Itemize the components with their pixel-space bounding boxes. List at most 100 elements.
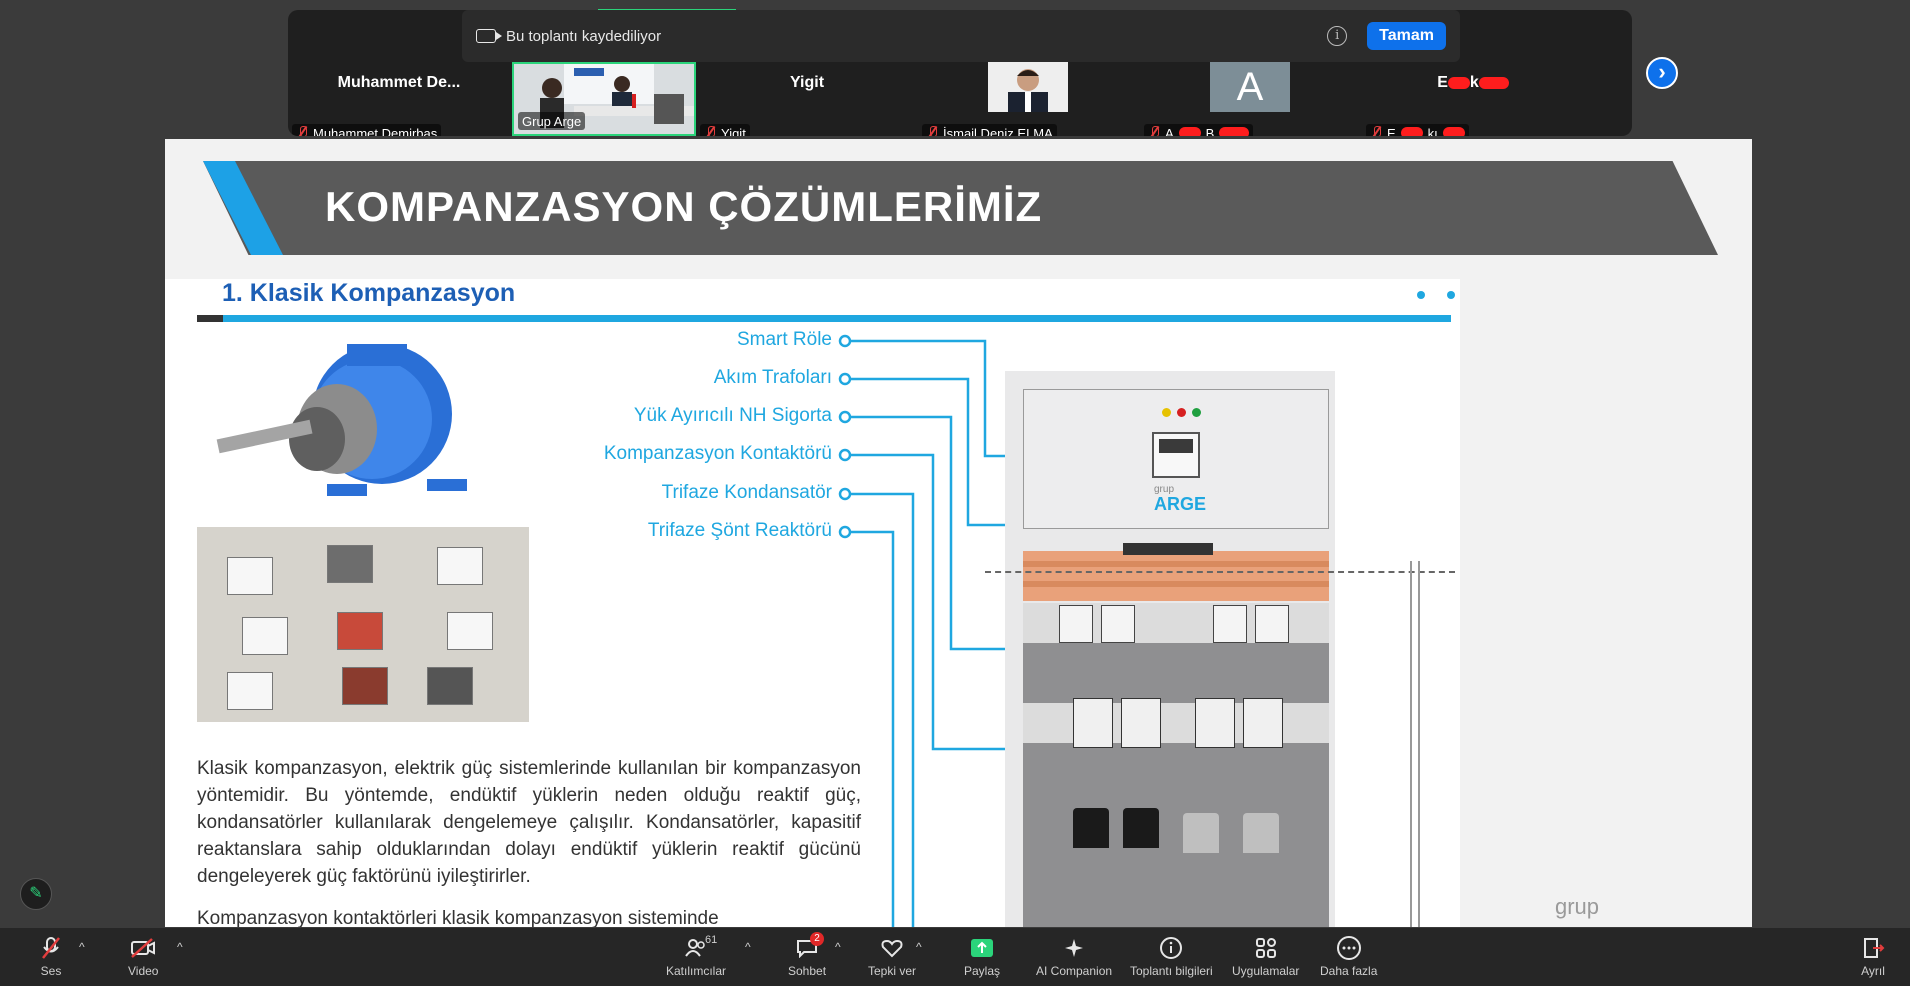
audio-button[interactable]: Ses: [36, 934, 66, 978]
redaction-mark: [1442, 127, 1465, 136]
leave-label: Ayrıl: [1861, 964, 1885, 978]
share-button[interactable]: Paylaş: [964, 934, 1000, 978]
mic-muted-icon: [926, 126, 938, 136]
participant-tile[interactable]: A A B: [1140, 62, 1362, 136]
react-button[interactable]: Tepki ver: [868, 934, 916, 978]
participants-count: 61: [705, 934, 718, 946]
redaction-mark: [1400, 127, 1423, 136]
next-page-arrow-icon[interactable]: ›: [1646, 57, 1678, 89]
react-options-chevron-icon[interactable]: ^: [916, 940, 922, 954]
recording-banner: Bu toplantı kaydediliyor i Tamam: [462, 10, 1460, 62]
participant-footer: İsmail Deniz ELMA: [922, 124, 1057, 136]
chat-label: Sohbet: [788, 964, 827, 978]
participant-name: Muhammet Demirbaş: [313, 125, 438, 137]
label-contactor: Kompanzasyon Kontaktörü: [603, 443, 832, 464]
apps-button[interactable]: Uygulamalar: [1232, 934, 1299, 978]
mic-muted-icon: [704, 126, 716, 136]
recording-camera-icon: [476, 29, 502, 43]
participant-tile[interactable]: Muhammet De... Muhammet Demirbaş: [288, 62, 510, 136]
video-options-chevron-icon[interactable]: ^: [177, 940, 183, 954]
meeting-info-label: Toplantı bilgileri: [1130, 964, 1213, 978]
participant-tile-active-speaker[interactable]: Grup Arge: [512, 62, 696, 136]
participants-label: Katılımcılar: [666, 964, 727, 978]
participant-footer: A B: [1144, 124, 1254, 137]
ai-companion-label: AI Companion: [1036, 964, 1113, 978]
participant-footer: Muhammet Demirbaş: [292, 124, 442, 137]
participant-footer: Grup Arge: [518, 112, 586, 130]
more-label: Daha fazla: [1320, 964, 1378, 978]
participant-name: Yigit: [721, 125, 746, 137]
participant-big-name: Ek: [1362, 74, 1584, 92]
redaction-mark: [1219, 127, 1250, 136]
ai-companion-button[interactable]: AI Companion: [1036, 934, 1112, 978]
mic-muted-icon: [36, 934, 66, 962]
panel-door: grup ARGE: [1023, 389, 1329, 529]
video-label: Video: [128, 964, 159, 978]
audio-label: Ses: [40, 964, 62, 978]
label-capacitor: Trifaze Kondansatör: [661, 482, 832, 503]
participant-photo: [988, 62, 1068, 112]
participant-footer: E kı: [1366, 124, 1469, 136]
leave-button[interactable]: Ayrıl: [1858, 934, 1888, 978]
redaction-mark: [1478, 76, 1509, 89]
participant-tile[interactable]: Yigit Yigit: [696, 62, 918, 136]
chat-options-chevron-icon[interactable]: ^: [835, 940, 841, 954]
participant-name: Grup Arge: [522, 113, 582, 129]
redaction-mark: [1447, 76, 1470, 89]
participants-button[interactable]: 61 Katılımcılar: [666, 934, 726, 978]
more-dots-icon: [1334, 934, 1364, 962]
apps-label: Uygulamalar: [1232, 964, 1300, 978]
annotate-pencil-icon[interactable]: ✎: [20, 878, 52, 910]
info-icon[interactable]: i: [1327, 26, 1348, 46]
people-icon: 61: [681, 934, 717, 962]
participant-name: E: [1387, 125, 1396, 137]
more-button[interactable]: Daha fazla: [1320, 934, 1377, 978]
apps-grid-icon: [1251, 934, 1281, 962]
indicator-lights: [1162, 408, 1201, 417]
label-current-transformers: Akım Trafoları: [713, 367, 832, 388]
participant-big-name: Muhammet De...: [337, 74, 461, 91]
sparkle-icon: [1059, 934, 1089, 962]
react-label: Tepki ver: [868, 964, 917, 978]
body-paragraph-continued: Kompanzasyon kontaktörleri klasik kompan…: [197, 908, 719, 927]
participant-big-name: Yigit: [789, 74, 825, 91]
participant-name: İsmail Deniz ELMA: [943, 125, 1053, 137]
audio-options-chevron-icon[interactable]: ^: [79, 940, 85, 954]
mic-muted-icon: [1370, 126, 1382, 136]
participant-tile[interactable]: İsmail Deniz ELMA: [918, 62, 1140, 136]
label-nh-fuse: Yük Ayırıcılı NH Sigorta: [633, 405, 832, 426]
share-label: Paylaş: [964, 964, 1001, 978]
corner-logo: grup: [1555, 894, 1600, 919]
share-arrow-icon: [967, 934, 997, 962]
shared-screen: KOMPANZASYON ÇÖZÜMLERİMİZ 1. Klasik Komp…: [165, 139, 1752, 927]
chat-badge: 2: [810, 932, 825, 946]
busbars: [1023, 543, 1329, 601]
slide-title-band: KOMPANZASYON ÇÖZÜMLERİMİZ: [203, 161, 1718, 255]
body-paragraph: Klasik kompanzasyon, elektrik güç sistem…: [197, 758, 861, 887]
info-circle-icon: [1156, 934, 1186, 962]
participant-name: A: [1165, 125, 1174, 137]
label-reactor: Trifaze Şönt Reaktörü: [647, 520, 832, 541]
slide-title: KOMPANZASYON ÇÖZÜMLERİMİZ: [325, 183, 1043, 230]
mic-muted-icon: [296, 126, 308, 136]
participant-footer: Yigit: [700, 124, 750, 136]
title-accent: [203, 161, 283, 255]
avatar: A: [1210, 62, 1290, 112]
panel-interior: [1023, 603, 1329, 927]
document-page: 1. Klasik Kompanzasyon Smart Röle Akım T…: [165, 279, 1460, 927]
participant-tile[interactable]: Ek E kı: [1362, 62, 1584, 136]
participants-options-chevron-icon[interactable]: ^: [745, 940, 751, 954]
ok-button[interactable]: Tamam: [1367, 22, 1446, 50]
smart-relay-device: [1152, 432, 1200, 478]
meeting-info-button[interactable]: Toplantı bilgileri: [1130, 934, 1213, 978]
panel-frame: [1410, 561, 1420, 927]
label-smart-role: Smart Röle: [736, 329, 832, 350]
recording-text: Bu toplantı kaydediliyor: [506, 27, 662, 45]
redaction-mark: [1178, 127, 1201, 136]
dashed-line: [985, 571, 1455, 573]
leave-door-icon: [1858, 934, 1888, 962]
video-button[interactable]: Video: [128, 934, 158, 978]
chat-button[interactable]: 2 Sohbet: [788, 932, 827, 978]
panel-logo: ARGE: [1154, 494, 1207, 514]
camera-off-icon: [128, 934, 158, 962]
